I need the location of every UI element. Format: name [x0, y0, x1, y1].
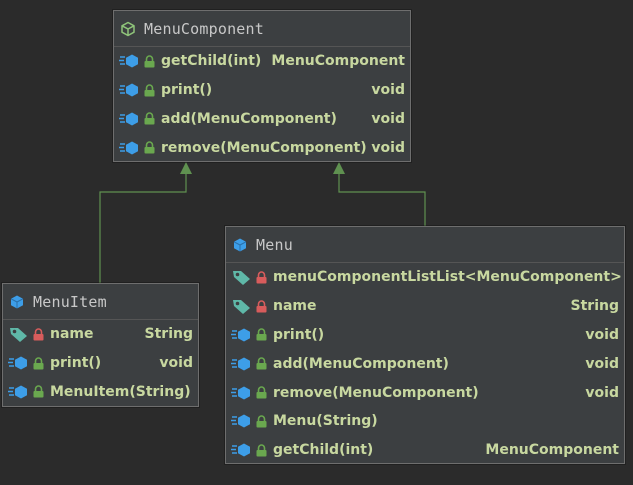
member-type: String — [144, 326, 193, 343]
interface-icon — [120, 21, 136, 37]
member-name: print() — [161, 82, 213, 99]
member-name: getChild(int) — [273, 442, 374, 459]
member-name: Menu(String) — [273, 413, 378, 430]
member-row[interactable]: menuComponentList List<MenuComponent> — [226, 263, 624, 292]
member-name: print() — [50, 355, 102, 372]
member-row[interactable]: MenuItem(String) — [3, 378, 198, 407]
member-row[interactable]: remove(MenuComponent) void — [226, 378, 624, 407]
member-type: void — [371, 139, 405, 156]
class-icon — [9, 294, 25, 310]
member-row[interactable]: add(MenuComponent) void — [226, 349, 624, 378]
node-title: Menu — [256, 235, 293, 254]
public-lock-icon — [33, 356, 44, 370]
member-row[interactable]: print() void — [3, 349, 198, 378]
member-name: remove(MenuComponent) — [161, 139, 367, 156]
method-icon — [231, 442, 253, 458]
field-icon — [8, 326, 30, 343]
private-lock-icon — [256, 271, 267, 284]
member-name: print() — [273, 326, 325, 343]
private-lock-icon — [256, 299, 267, 313]
menu-node[interactable]: Menu menuComponentList List<MenuComponent… — [225, 226, 625, 464]
menu-component-node[interactable]: MenuComponent getChild(int) MenuComponent… — [113, 10, 411, 162]
node-header: MenuItem — [3, 284, 198, 320]
member-name: MenuItem(String) — [50, 383, 191, 400]
member-row[interactable]: name String — [226, 292, 624, 321]
public-lock-icon — [256, 328, 267, 341]
public-lock-icon — [256, 443, 267, 457]
member-list: getChild(int) MenuComponent print() void add… — [114, 47, 410, 162]
member-row[interactable]: print() void — [226, 321, 624, 350]
method-icon — [119, 82, 141, 98]
public-lock-icon — [256, 415, 267, 428]
public-lock-icon — [33, 385, 44, 398]
method-icon — [8, 355, 30, 371]
member-row[interactable]: name String — [3, 320, 198, 349]
member-name: name — [273, 298, 317, 315]
field-icon — [231, 298, 253, 315]
member-name: add(MenuComponent) — [161, 110, 337, 127]
member-name: name — [50, 326, 94, 343]
inheritance-arrowhead — [333, 162, 345, 174]
member-type: void — [159, 355, 193, 372]
member-type: void — [371, 82, 405, 99]
member-type: void — [585, 326, 619, 343]
node-header: MenuComponent — [114, 11, 410, 47]
public-lock-icon — [144, 83, 155, 97]
member-row[interactable]: getChild(int) MenuComponent — [114, 47, 410, 76]
member-type: List<MenuComponent> — [436, 269, 622, 286]
public-lock-icon — [256, 386, 267, 399]
member-type: String — [570, 298, 619, 315]
constructor-icon — [8, 384, 30, 400]
public-lock-icon — [144, 141, 155, 154]
member-type: void — [585, 355, 619, 372]
member-name: add(MenuComponent) — [273, 355, 449, 372]
class-icon — [232, 237, 248, 253]
member-type: void — [585, 384, 619, 401]
member-type: void — [371, 110, 405, 127]
member-list: name String print() void MenuItem(String) — [3, 320, 198, 406]
public-lock-icon — [256, 357, 267, 370]
node-title: MenuItem — [33, 292, 107, 311]
member-list: menuComponentList List<MenuComponent> name… — [226, 263, 624, 465]
member-type: MenuComponent — [271, 53, 405, 70]
inheritance-arrowhead — [180, 162, 192, 174]
edge-menuitem-to-menucomponent — [99, 174, 187, 283]
node-header: Menu — [226, 227, 624, 263]
member-row[interactable]: add(MenuComponent) void — [114, 105, 410, 134]
public-lock-icon — [144, 55, 155, 68]
menu-item-node[interactable]: MenuItem name String print() void MenuItem(S… — [2, 283, 199, 407]
method-icon — [231, 385, 253, 401]
method-icon — [231, 356, 253, 372]
method-icon — [119, 53, 141, 69]
field-icon — [231, 269, 253, 286]
private-lock-icon — [33, 328, 44, 341]
member-row[interactable]: print() void — [114, 76, 410, 105]
method-icon — [119, 111, 141, 127]
member-type: MenuComponent — [485, 442, 619, 459]
node-title: MenuComponent — [144, 19, 264, 38]
edge-menu-to-menucomponent — [338, 174, 426, 226]
member-row[interactable]: Menu(String) — [226, 407, 624, 436]
method-icon — [231, 327, 253, 343]
constructor-icon — [231, 413, 253, 429]
method-icon — [119, 140, 141, 156]
member-name: remove(MenuComponent) — [273, 384, 479, 401]
member-row[interactable]: remove(MenuComponent) void — [114, 133, 410, 162]
member-name: getChild(int) — [161, 53, 262, 70]
member-row[interactable]: getChild(int) MenuComponent — [226, 436, 624, 465]
member-name: menuComponentList — [273, 269, 437, 286]
public-lock-icon — [144, 112, 155, 125]
